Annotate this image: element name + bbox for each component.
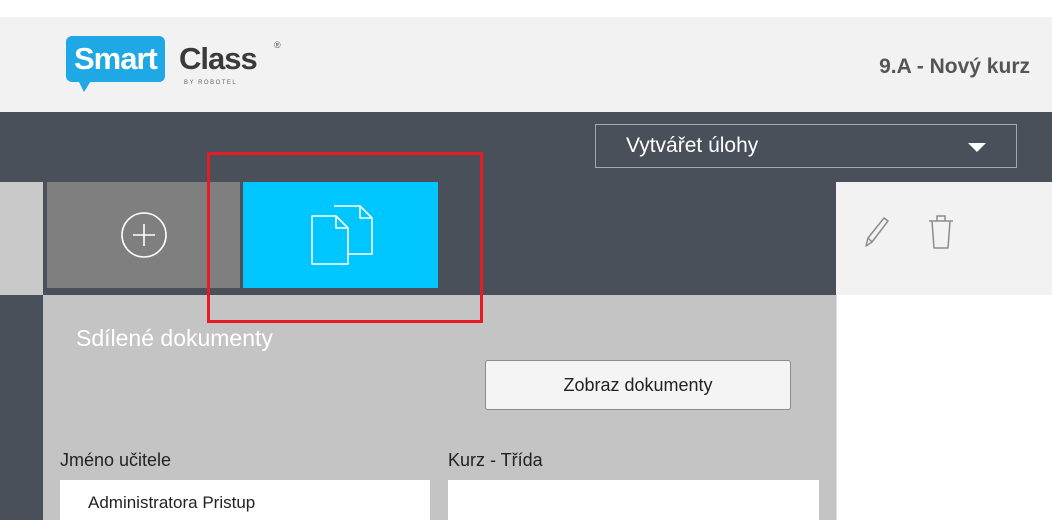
detail-pane [836, 295, 1052, 520]
chevron-down-icon [968, 143, 986, 152]
plus-circle-icon [120, 212, 167, 258]
logo-registered-mark: ® [274, 40, 281, 50]
course-title: 9.A - Nový kurz [879, 55, 1030, 78]
item-actions-bar [836, 182, 1052, 295]
documents-icon [310, 205, 373, 265]
teacher-name-label: Jméno učitele [60, 450, 172, 470]
logo-byline: BY ROBOTEL [184, 80, 238, 86]
toolbar: Vytvářet úlohy [0, 112, 1052, 182]
pencil-icon[interactable] [860, 212, 892, 252]
tab-shared-documents[interactable] [243, 182, 438, 288]
tab-add[interactable] [47, 182, 240, 288]
logo-class-text: Class [179, 41, 258, 76]
task-mode-value: Vytvářet úlohy [626, 134, 759, 157]
tool-tabs [43, 182, 836, 295]
left-edge-dark [0, 295, 43, 520]
task-mode-dropdown[interactable]: Vytvářet úlohy [595, 124, 1017, 168]
teacher-name-field[interactable]: Administratora Pristup [60, 480, 430, 520]
top-strip [0, 0, 1052, 17]
panel-title: Sdílené dokumenty [76, 325, 273, 351]
show-documents-button[interactable]: Zobraz dokumenty [485, 360, 791, 410]
course-class-field[interactable] [448, 480, 819, 520]
logo-bubble-tail [76, 76, 94, 92]
smartclass-logo: Smart Class ® BY ROBOTEL [66, 36, 296, 106]
left-edge-light [0, 182, 43, 295]
app-header: Smart Class ® BY ROBOTEL 9.A - Nový kurz [0, 17, 1052, 112]
shared-documents-panel: Sdílené dokumenty Zobraz dokumenty Jméno… [43, 295, 836, 520]
course-class-label: Kurz - Třída [448, 450, 543, 470]
trash-icon[interactable] [926, 212, 956, 252]
